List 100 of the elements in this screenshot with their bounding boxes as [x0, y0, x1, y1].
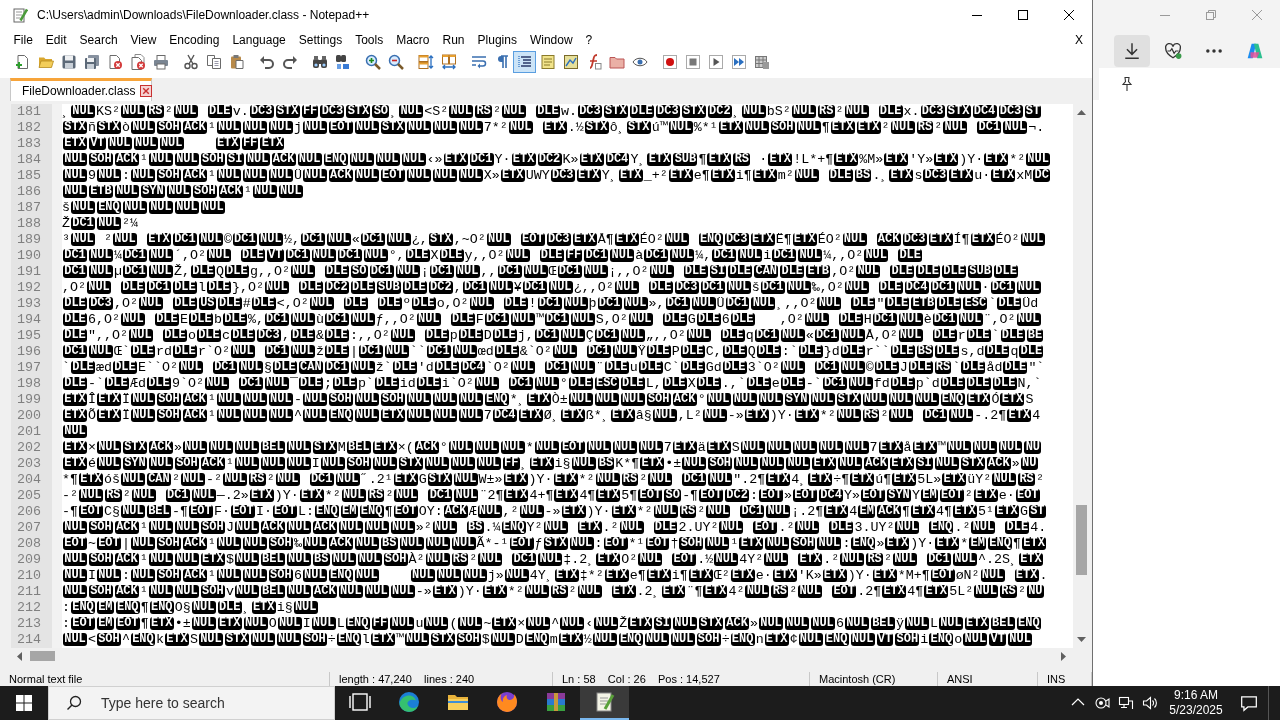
line-number: 204: [16, 472, 42, 488]
notepad-taskbar-button[interactable]: [580, 686, 629, 720]
menu-item[interactable]: File: [7, 30, 40, 50]
code-line: š NUL ENQ NUL NUL NUL NUL: [62, 200, 226, 216]
search-field[interactable]: Type here to search: [48, 686, 335, 720]
line-number: 185: [16, 168, 42, 184]
window-title: C:\Users\admin\Downloads\FileDownloader.class - Notepad++: [37, 7, 370, 24]
close-document-button[interactable]: X: [1073, 30, 1085, 50]
code-line: NUL I NUL : NUL SOH ACK ¹ NUL NUL SOH 6 NUL ENQ NUL NUL NUL NUL j» NUL 4Y¸ ETX ‡*² ETX e¶ ETX i¶ ETX Œ² ETX e· ETX ′K» ETX )Y· ETX *M+¶ EOT øN² NUL ETX .: [62, 568, 1048, 584]
play-icon: [707, 53, 724, 70]
clock-time: 9:16 AM: [1174, 688, 1218, 703]
line-number: 210: [16, 568, 42, 584]
code-line: : ENQ EM ENQ ¶ ENQ O§ NUL DLE ¸ ETX i§ NUL: [62, 600, 319, 616]
code-line: DLE -` DLE Æd DLE 9`O² NUL DC1 NUL ¯ DLE ; DLE p` DLE id DLE i`O² NUL DC1 NUL ° DLE ESC DLE L, DLE X DLE .,` DLE e DLE -` DC1 NUL fd DLE p`d DLE DLE DLE N,`: [62, 376, 1042, 392]
line-number: 211: [16, 584, 42, 600]
caret-left-icon: [17, 651, 22, 661]
grid-icon: [753, 53, 770, 70]
code-line: NUL < SOH ^ ENQ k ETX S NUL STX NUL NUL SOH ÷ ENQ l ETX ™ NUL STX SOH $ NUL D ENQ m ETX ½ NUL ENQ NUL NUL SOH ÷ ENQ n ETX ¢ NUL ENQ NUL VT SOH i ENQ o NUL VT NUL: [62, 632, 1034, 648]
line-number: 213: [16, 616, 42, 632]
fast-forward-icon: [730, 53, 747, 70]
caret-up-icon: [1077, 110, 1086, 115]
menu-item[interactable]: Search: [73, 30, 125, 50]
scissors-icon: [182, 53, 199, 70]
status-text: Ln : 58 Col : 26 Pos : 14,527: [562, 672, 720, 686]
scroll-thumb[interactable]: [30, 651, 55, 661]
line-number: 182: [16, 120, 42, 136]
wave-logo-icon: [396, 690, 421, 714]
line-number: 209: [16, 552, 42, 568]
menu-item[interactable]: Window: [523, 30, 580, 50]
code-line: ,O² NUL DLE DC1 DLE l DLE },O² NUL DLE DC2 DLE SUB DLE DC2 , DC1 NUL ¥ DC1 NUL ¿,,O² NUL DLE DC3 DC1 NUL š DC1 NUL ‰,O² NUL DLE DC4 DC1 NUL · DC1 NUL: [62, 280, 1042, 296]
line-number: 195: [16, 328, 42, 344]
line-number: 196: [16, 344, 42, 360]
close-tab-button[interactable]: [140, 85, 153, 97]
menu-item[interactable]: Plugins: [471, 30, 524, 50]
code-line: ETX × NUL STX ACK » NUL NUL NUL BEL NUL STX M BEL ETX ×( ACK ° NUL NUL NUL * NUL EOT NUL NUL NUL 7 ETX ä ETX S NUL NUL NUL NUL NUL 7 ETX å ETX ™ NUL NUL NUL NU: [62, 440, 1043, 456]
flame-globe-icon: [494, 690, 519, 714]
copy-icon: [205, 53, 222, 70]
clipboard-icon: [228, 53, 245, 70]
binoculars-icon: [311, 53, 328, 70]
menu-item[interactable]: Settings: [292, 30, 349, 50]
zoom-out-icon: [387, 53, 404, 70]
download-icon: [1123, 42, 1141, 60]
maximize-icon: [1018, 10, 1028, 20]
camera-icon: [1094, 695, 1110, 711]
downloads-button[interactable]: [1114, 35, 1150, 67]
code-line: NUL SOH ACK ¹ NUL NUL SOH v NUL BEL NUL ACK NUL NUL NUL -» ETX )Y· ETX *² NUL RS ² NUL ETX .2¸ ETX ¨¶ ETX 4² NUL RS ² NUL EOT .2¶ ETX 4¶ ETX 5L² NUL RS ² NU: [62, 584, 1045, 600]
code-line: ETX Î ETX Ï NUL SOH ACK ¹ NUL NUL NUL - NUL SOH NUL SOH NUL NUL NUL ENQ *¸ ETX Ò± NUL NUL NUL SOH ACK ° NUL NUL NUL SYN NUL STX NUL NUL NUL ENQ ETX Ó ETX S: [62, 392, 1034, 408]
tab[interactable]: FileDownloader.class: [10, 78, 152, 101]
redo-icon: [281, 53, 298, 70]
menu-item[interactable]: Macro: [389, 30, 436, 50]
code-line: DLE 6,O² NUL DLE E DLE b DLE %, DC1 NUL ù DC1 NUL ƒ,,O² NUL DLE F DC1 NUL ™ DC1 NUL S,O² NUL DLE G DLE 6 DLE ,O² NUL DLE H DC1 NUL è DC1 NUL ¨,O² NUL: [62, 312, 1042, 328]
status-text: ANSI: [947, 672, 973, 686]
indent-lines-icon: [516, 53, 533, 70]
menu-item[interactable]: Run: [436, 30, 472, 50]
status-text: Macintosh (CR): [819, 672, 896, 686]
close-icon: [1064, 10, 1074, 20]
line-number: 184: [16, 152, 42, 168]
code-line: ETX é NUL SYN NUL SOH ACK ¹ NUL NUL NUL I NUL SOH NUL STX NUL NUL NUL FF ¸ ETX i§ NUL BS K*¶ ETX •± NUL SOH NUL NUL NUL ETX NUL ACK ETX SI NUL STX ACK » NU: [62, 456, 1039, 472]
menu-item[interactable]: Edit: [39, 30, 74, 50]
line-number: 208: [16, 536, 42, 552]
task-view-icon: [347, 690, 372, 714]
code-line: *¶ ETX óš NUL CAN ² NUL -² NUL RS ² NUL DC1 NUL ˝.2¹ ETX G STX NUL W±» ETX )Y· ETX *² NUL RS ² NUL DC1 NUL ″.2¶ ETX 4¸ ETX ÷¶ ETX ú¶ ETX 5L» ETX üY² NUL RS ²: [62, 472, 1044, 488]
line-number: 207: [16, 520, 42, 536]
find-replace-icon: [334, 53, 351, 70]
volume-icon: [1142, 695, 1158, 711]
close-icon: [1252, 10, 1262, 20]
pages-close-icon: [129, 53, 146, 70]
line-number: 188: [16, 216, 42, 232]
code-line: -¶ EOT C§ NUL BEL -¶ EOT F· EOT I· EOT L: ENQ EM ENQ ¶ EOT OY: ACK Æ NUL ,² NUL -» ETX )Y· ETX *² NUL RS ² NUL DC1 NUL ¡.2¶ ETX 4 EM ACK ¶ ETX 4¶ ETX 5¹ ETX G ST: [62, 504, 1047, 520]
menu-item[interactable]: ?: [579, 30, 599, 50]
menu-item[interactable]: Language: [225, 30, 293, 50]
code-line: -² NUL RS ² NUL DC1 NUL —.2» ETX )Y· ETX *² NUL RS ² NUL DC1 NUL ¨2¶ ETX 4+¶ ETX 4¶ ETX 5¶ EOT SO -¶ EOT DC2 : EOT » EOT DC4 Y» EOT SYN Y EM EOT ² ETX e· EOT: [62, 488, 1041, 504]
status-text: INS: [1047, 672, 1066, 686]
code-line: STX ñ STX ò NUL SOH ACK ¹ NUL NUL NUL j NUL EOT NUL STX NUL NUL NUL 7*² NUL ETX .½ STX ô¸ STX ú™ NUL %*¹ ETX NUL SOH NUL ¶ ETX ETX ² NUL RS ² NUL DC1 NUL ¬.: [62, 120, 1045, 136]
more-icon: [1206, 49, 1222, 53]
menu-item[interactable]: Encoding: [162, 30, 226, 50]
menu-item[interactable]: View: [124, 30, 163, 50]
line-number: 199: [16, 392, 42, 408]
caret-down-icon: [1077, 637, 1086, 642]
menu-item[interactable]: Tools: [348, 30, 390, 50]
code-line: NUL SOH ACK ¹ NUL NUL ETX $ NUL BEL NUL BS NUL NUL SOH À² NUL RS ² NUL DC1 NUL ‡.2¸ ETX O² NUL EOT .½ NUL 4Y² NUL ETX .² NUL RS ² NUL DC1 NUL ^.2S¸ ETX: [62, 552, 1044, 568]
code-line: EOT ~ EOT | NUL SOH ACK ¹ NUL NUL SOH ‰ NUL ACK NUL BS NUL NUL NUL Ã*-¹ EOT ƒ STX NUL : EOT *¹ EOT † SOH NUL ¹ ETX NUL SOH NUL : ENQ » ETX )Y· ETX * EM ENQ ¶ ETX: [62, 536, 1048, 552]
line-number: 181: [16, 104, 42, 120]
line-number: 186: [16, 184, 42, 200]
line-number: 202: [16, 440, 42, 456]
line-number: 212: [16, 600, 42, 616]
line-number: 194: [16, 312, 42, 328]
record-icon: [661, 53, 678, 70]
indent-guide-button[interactable]: [513, 50, 536, 73]
close-icon: [140, 85, 153, 97]
heart-pulse-icon: [1164, 42, 1182, 60]
scroll-thumb[interactable]: [1076, 505, 1087, 575]
code-line: : EOT EM EOT ¶ ETX •± NUL ETX NUL O NUL I NUL L ENQ FF NUL u NUL ( NUL ~ ETX × NUL ^ NUL ‹ NUL Ž ETX SI NUL STX ACK » NUL NUL NUL 6 NUL BEL ÿ NUL L NUL ETX BEL ENQ: [62, 616, 1042, 632]
page-plus-icon: [14, 53, 31, 70]
code-line: Ž DC1 NUL ²¼: [62, 216, 138, 232]
caret-right-icon: [1061, 651, 1066, 661]
windows-logo-icon: [16, 695, 32, 711]
code-line: DC1 NUL Œ` DLE rd DLE r`O² NUL DC1 NUL ž DLE | DC1 NUL `` DC1 NUL œd DLE &`O² NUL DC1 NUL Ÿ DLE P DLE C, DLE Q DLE :` DLE }d DLE r`` DLE BS DLE s,d DLE q DLE: [62, 344, 1045, 360]
code-line: ETX Õ ETX Ï NUL SOH ACK ¹ NUL NUL NUL ^ NUL ENQ NUL ETX NUL NUL NUL 7 DC4 ETX Ø¸ ETX ß*¸ ETX â§ NUL ,L² NUL -» ETX )Y· ETX *² NUL RS ² NUL DC1 NUL -.2¶ ETX 4: [62, 408, 1041, 424]
notebook-icon: [539, 53, 556, 70]
